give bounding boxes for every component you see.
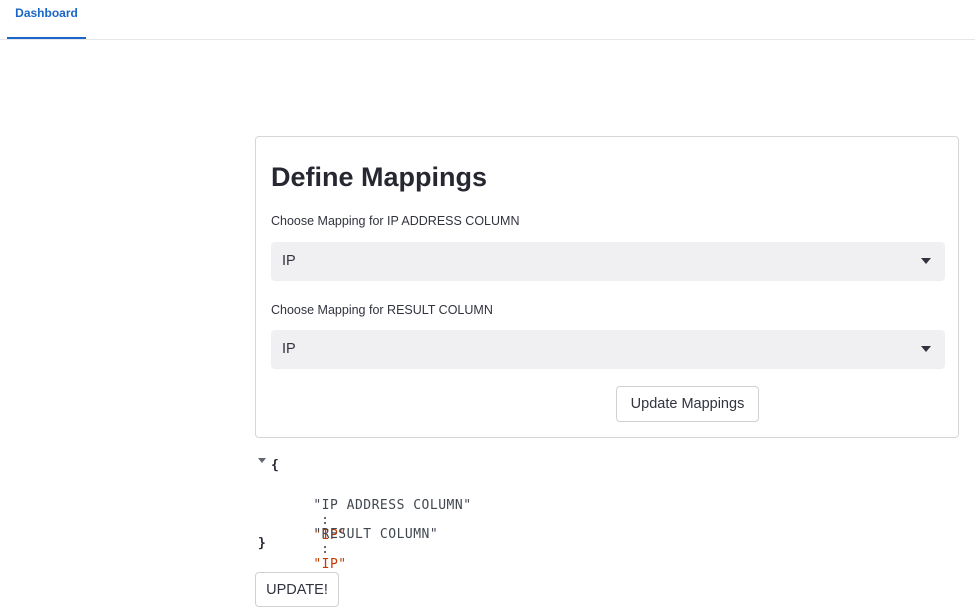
json-colon: :	[313, 542, 337, 557]
update-mappings-button[interactable]: Update Mappings	[616, 386, 759, 422]
result-mapping-value: IP	[282, 341, 296, 357]
ip-address-mapping-label: Choose Mapping for IP ADDRESS COLUMN	[271, 214, 520, 228]
json-viewer: { "IP ADDRESS COLUMN" : "IP" "RESULT COL…	[256, 454, 756, 572]
ip-address-mapping-value: IP	[282, 253, 296, 269]
tab-dashboard[interactable]: Dashboard	[7, 0, 86, 39]
ip-address-mapping-select[interactable]: IP	[271, 242, 945, 281]
json-value: "IP"	[313, 557, 347, 572]
json-close-brace: }	[258, 536, 266, 551]
caret-down-icon	[921, 258, 931, 264]
result-mapping-label: Choose Mapping for RESULT COLUMN	[271, 303, 493, 317]
result-mapping-select[interactable]: IP	[271, 330, 945, 369]
json-open-brace: {	[271, 458, 279, 473]
caret-down-icon	[921, 346, 931, 352]
form-title: Define Mappings	[271, 162, 488, 192]
mappings-form: Define Mappings Choose Mapping for IP AD…	[255, 136, 959, 438]
json-key: "IP ADDRESS COLUMN"	[313, 498, 472, 513]
tab-bar: Dashboard	[0, 0, 975, 40]
json-key: "RESULT COLUMN"	[313, 527, 439, 542]
triangle-down-icon[interactable]	[258, 458, 266, 463]
update-button[interactable]: UPDATE!	[255, 572, 339, 607]
